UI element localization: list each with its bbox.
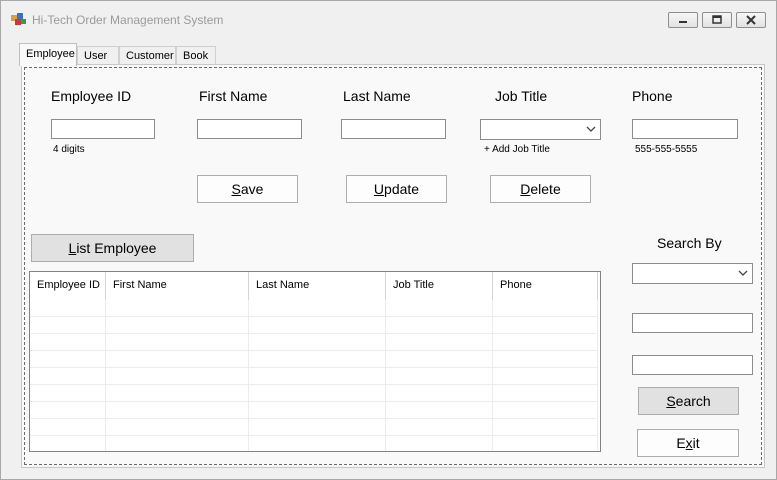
title-bar[interactable]: Hi-Tech Order Management System — [1, 1, 776, 39]
chevron-down-icon — [586, 126, 596, 132]
employee-id-input[interactable] — [51, 119, 155, 139]
grid-empty-row — [30, 351, 598, 368]
search-button-label: earch — [675, 393, 711, 409]
save-button-mnemonic: S — [231, 181, 241, 197]
delete-button-label: elete — [530, 181, 561, 197]
search-button-mnemonic: S — [666, 393, 676, 409]
job-title-combobox[interactable] — [480, 119, 601, 140]
phone-input[interactable] — [632, 119, 738, 139]
tab-book[interactable]: Book — [176, 46, 216, 65]
tab-customer[interactable]: Customer — [119, 46, 176, 65]
minimize-button[interactable] — [668, 12, 698, 28]
column-header-job-title[interactable]: Job Title — [386, 272, 493, 300]
grid-empty-row — [30, 402, 598, 419]
last-name-label: Last Name — [343, 88, 411, 104]
column-header-last-name[interactable]: Last Name — [249, 272, 386, 300]
search-by-combobox[interactable] — [632, 263, 753, 284]
grid-empty-row — [30, 368, 598, 385]
grid-empty-row — [30, 419, 598, 436]
tab-employee[interactable]: Employee — [19, 43, 77, 66]
phone-format-hint: 555-555-5555 — [635, 144, 698, 155]
first-name-label: First Name — [199, 88, 268, 104]
tab-user[interactable]: User — [77, 46, 119, 65]
last-name-input[interactable] — [341, 119, 446, 139]
column-header-phone[interactable]: Phone — [493, 272, 598, 300]
exit-button-prefix: E — [676, 435, 686, 451]
add-job-title-link[interactable]: + Add Job Title — [484, 144, 550, 155]
job-title-label: Job Title — [495, 88, 548, 104]
grid-empty-row — [30, 300, 598, 317]
minimize-icon — [679, 21, 687, 23]
employee-grid[interactable]: Employee ID First Name Last Name Job Tit… — [29, 271, 601, 452]
update-button-mnemonic: U — [373, 181, 385, 197]
app-icon — [11, 13, 27, 27]
close-icon — [746, 15, 756, 25]
restore-icon — [712, 15, 722, 24]
employee-id-hint: 4 digits — [53, 144, 85, 155]
window-title: Hi-Tech Order Management System — [32, 13, 224, 27]
search-input-1[interactable] — [632, 313, 753, 333]
list-employee-label: ist Employee — [76, 240, 157, 256]
search-input-2[interactable] — [632, 355, 753, 375]
grid-empty-row — [30, 317, 598, 334]
close-button[interactable] — [736, 12, 766, 28]
exit-button-label: it — [692, 435, 700, 451]
main-window: Hi-Tech Order Management System Employee… — [0, 0, 777, 480]
exit-button-mnemonic: x — [685, 435, 693, 451]
chevron-down-icon — [738, 270, 748, 276]
search-by-label: Search By — [657, 235, 722, 251]
search-button[interactable]: Search — [638, 387, 739, 415]
column-header-first-name[interactable]: First Name — [106, 272, 249, 300]
delete-button[interactable]: Delete — [490, 175, 591, 203]
grid-empty-row — [30, 334, 598, 351]
first-name-input[interactable] — [197, 119, 302, 139]
delete-button-mnemonic: D — [520, 181, 531, 197]
phone-label: Phone — [632, 88, 673, 104]
exit-button[interactable]: Exit — [637, 429, 739, 457]
column-header-employee-id[interactable]: Employee ID — [30, 272, 106, 300]
employee-id-label: Employee ID — [51, 88, 132, 104]
restore-button[interactable] — [702, 12, 732, 28]
update-button-label: pdate — [384, 181, 420, 197]
grid-empty-row — [30, 385, 598, 402]
grid-empty-row — [30, 436, 598, 451]
list-employee-button[interactable]: List Employee — [31, 234, 194, 262]
save-button-label: ave — [240, 181, 264, 197]
update-button[interactable]: Update — [346, 175, 447, 203]
save-button[interactable]: Save — [197, 175, 298, 203]
